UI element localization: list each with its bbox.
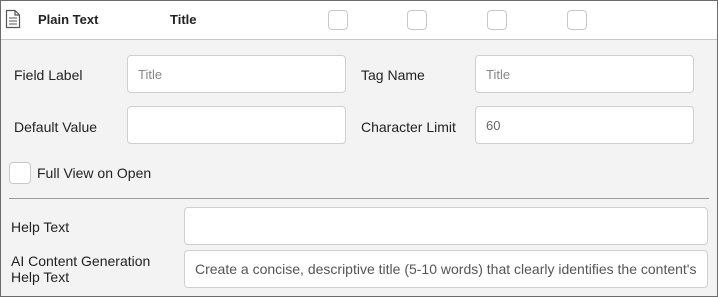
ai-help-label: AI Content Generation Help Text bbox=[11, 253, 151, 285]
field-config-panel: Plain Text Title Field Label Tag Name De… bbox=[0, 0, 718, 297]
help-text-input[interactable] bbox=[184, 207, 708, 245]
header-checkbox-2[interactable] bbox=[407, 10, 427, 30]
tag-name-label: Tag Name bbox=[361, 67, 425, 83]
header-checkbox-3[interactable] bbox=[487, 10, 507, 30]
default-value-label: Default Value bbox=[14, 119, 98, 135]
field-label-label: Field Label bbox=[14, 67, 83, 83]
full-view-label: Full View on Open bbox=[37, 165, 152, 181]
field-label-input[interactable] bbox=[127, 55, 346, 93]
default-value-input[interactable] bbox=[127, 106, 346, 144]
header-checkbox-4[interactable] bbox=[567, 10, 587, 30]
header-checkbox-1[interactable] bbox=[328, 10, 348, 30]
tag-name-input[interactable] bbox=[475, 55, 694, 93]
field-name-label: Title bbox=[170, 12, 197, 27]
field-type-label: Plain Text bbox=[38, 12, 99, 27]
divider bbox=[9, 198, 709, 199]
field-header: Plain Text Title bbox=[1, 1, 717, 40]
character-limit-input[interactable] bbox=[475, 106, 694, 144]
help-text-label: Help Text bbox=[11, 219, 70, 235]
full-view-checkbox[interactable] bbox=[9, 162, 31, 184]
document-icon bbox=[5, 9, 21, 29]
ai-help-input[interactable] bbox=[184, 250, 708, 288]
character-limit-label: Character Limit bbox=[361, 119, 456, 135]
